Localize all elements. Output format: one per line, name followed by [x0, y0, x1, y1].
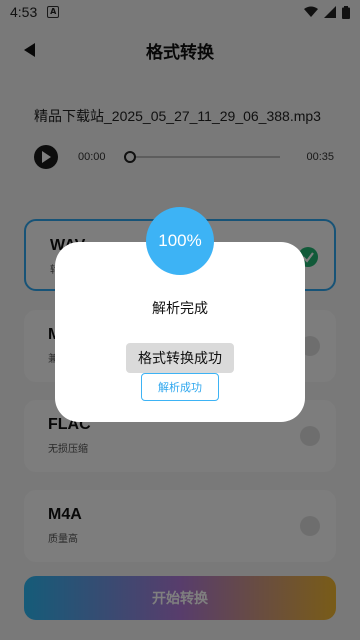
parse-success-button[interactable]: 解析成功 [141, 373, 219, 401]
success-toast: 格式转换成功 [126, 343, 234, 373]
percent-badge: 100% [146, 207, 214, 275]
dialog-status-text: 解析完成 [152, 301, 208, 317]
